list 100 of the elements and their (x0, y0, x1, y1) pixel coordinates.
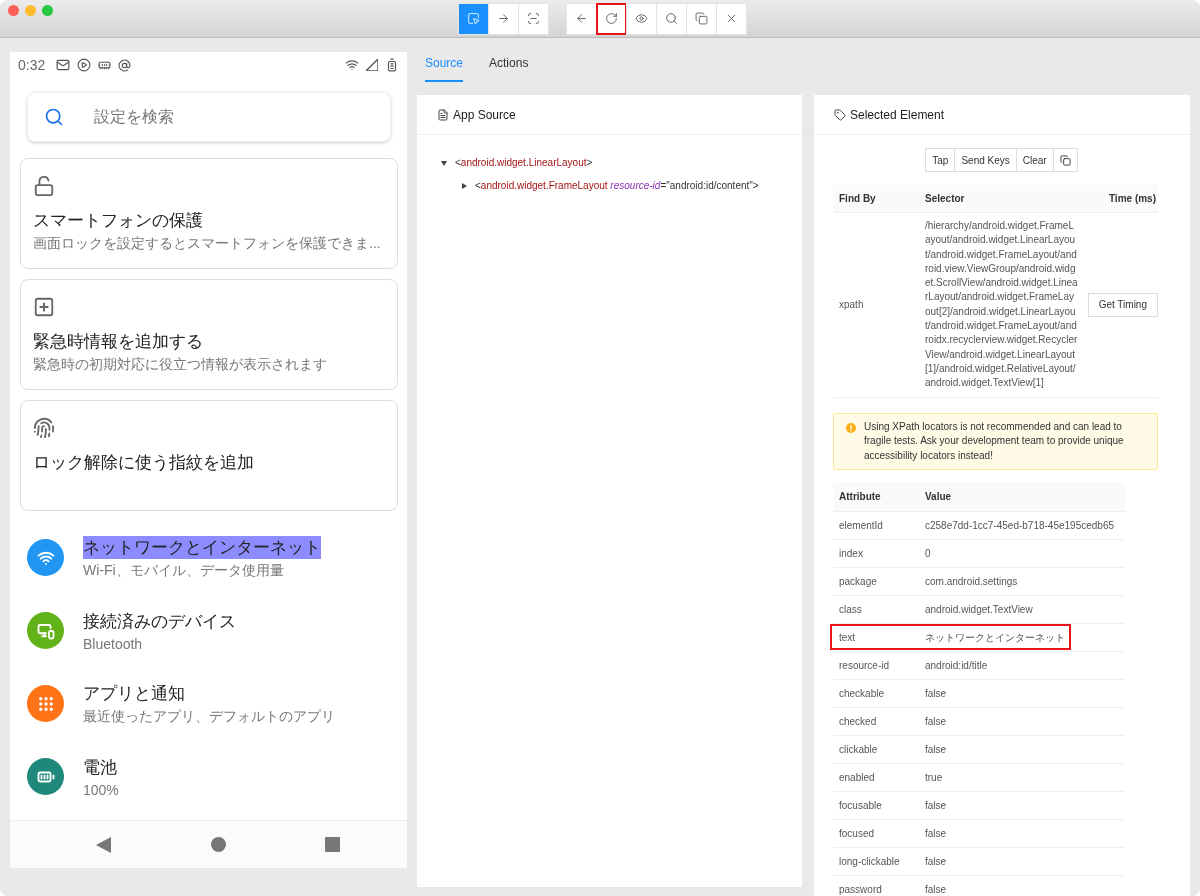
open-lock-icon (33, 175, 55, 197)
maximize-window-button[interactable] (42, 5, 53, 16)
attribute-value: false (919, 847, 1125, 876)
caret-icon[interactable] (461, 182, 467, 189)
setting-title[interactable]: アプリと通知 (83, 681, 185, 705)
column-header: Selector (919, 185, 1079, 213)
column-header: Value (919, 482, 1125, 512)
action-button[interactable]: Send Keys (954, 148, 1017, 172)
attribute-value: 0 (919, 539, 1125, 568)
attribute-value: true (919, 763, 1125, 792)
attribute-name: text (833, 623, 919, 652)
search-field[interactable]: 設定を検索 (27, 92, 391, 142)
attribute-value: android:id/title (919, 651, 1125, 680)
copy-icon (1059, 154, 1071, 166)
caret-icon[interactable] (441, 159, 447, 166)
suggestion-card[interactable]: ロック解除に使う指紋を追加 (20, 400, 398, 511)
warning-text: Using XPath locators is not recommended and can lead to fragile tests. Ask your development team to provide unique accessibility locators instead! (864, 419, 1125, 463)
suggestion-card[interactable]: 緊急時情報を追加する 緊急時の初期対応に役立つ情報が表示されます (20, 279, 398, 390)
tab[interactable]: Actions (489, 52, 529, 82)
attribute-value: false (919, 791, 1125, 820)
selector-cell: /hierarchy/android.widget.FrameLayout/android.widget.LinearLayout/android.widget.FrameLayout/android.view.ViewGroup/android.widget.ScrollView/android.widget.LinearLayout/android.widget.FrameLayout[2]/android.widget.LinearLayout/android.widget.FrameLayout/androidx.recyclerview.widget.RecyclerView/android.widget.LinearLayout[1]/android.widget.RelativeLayout/android.widget.TextView[1] (919, 213, 1079, 398)
tag-icon (834, 108, 846, 121)
attribute-name: clickable (833, 735, 919, 764)
grid-dots-icon[interactable] (27, 685, 64, 722)
attribute-name: package (833, 567, 919, 596)
attribute-name: checkable (833, 679, 919, 708)
card-title: スマートフォンの保護 (33, 210, 204, 232)
refresh-icon (605, 12, 618, 25)
close-window-button[interactable] (8, 5, 19, 16)
search-placeholder: 設定を検索 (94, 106, 174, 127)
search-icon (665, 12, 678, 25)
attribute-value: false (919, 679, 1125, 708)
arrow-right-icon (497, 12, 510, 25)
attribute-name: focusable (833, 791, 919, 820)
file-icon (437, 108, 449, 121)
copy-button[interactable] (1052, 148, 1078, 172)
fingerprint-icon (33, 417, 55, 439)
attribute-value: false (919, 875, 1125, 896)
wifi-icon[interactable] (27, 539, 64, 576)
card-subtitle: 画面ロックを設定するとスマートフォンを保護できま... (33, 235, 382, 253)
attribute-name: resource-id (833, 651, 919, 680)
attribute-value: android.widget.TextView (919, 595, 1125, 624)
attribute-name: checked (833, 707, 919, 736)
play-icon (77, 58, 92, 72)
attribute-name: password (833, 875, 919, 896)
minimize-window-button[interactable] (25, 5, 36, 16)
card-title: 緊急時情報を追加する (33, 331, 204, 353)
setting-subtitle: Bluetooth (83, 635, 144, 652)
attribute-name: elementId (833, 511, 919, 540)
suggestion-card[interactable]: スマートフォンの保護 画面ロックを設定するとスマートフォンを保護できま... (20, 158, 398, 269)
status-time: 0:32 (18, 57, 46, 73)
action-button[interactable]: Clear (1015, 148, 1054, 172)
setting-subtitle: 最近使ったアプリ、デフォルトのアプリ (83, 707, 335, 726)
column-header: Find By (833, 185, 919, 213)
table-cell: xpath (833, 213, 919, 398)
at-sign-icon (118, 58, 132, 72)
card-title: ロック解除に使う指紋を追加 (33, 452, 255, 474)
column-header: Time (ms) (1079, 185, 1158, 213)
attribute-name: enabled (833, 763, 919, 792)
wifi-icon (345, 58, 359, 72)
attribute-value: ネットワークとインターネット (919, 623, 1125, 652)
signal-icon (366, 59, 378, 71)
get-timing-button[interactable]: Get Timing (1087, 292, 1158, 317)
battery-icon (385, 58, 399, 72)
toolbar-button[interactable] (596, 2, 627, 35)
devices-icon[interactable] (27, 612, 64, 649)
eye-icon (635, 12, 648, 25)
home-icon[interactable] (211, 837, 226, 852)
tree-node[interactable]: <android.widget.FrameLayout resource-id="android:id/content"> (475, 180, 759, 191)
battery-icon[interactable] (27, 758, 64, 795)
column-header: Attribute (833, 482, 919, 512)
action-button[interactable]: Tap (925, 148, 956, 172)
attribute-name: index (833, 539, 919, 568)
attribute-value: false (919, 707, 1125, 736)
mail-icon (56, 58, 71, 72)
scan-icon (527, 12, 540, 25)
warning-icon (846, 422, 856, 433)
setting-subtitle: 100% (83, 781, 119, 798)
panel-title: App Source (453, 107, 516, 122)
panel-title: Selected Element (850, 107, 945, 122)
card-subtitle: 緊急時の初期対応に役立つ情報が表示されます (33, 356, 328, 374)
back-icon[interactable] (96, 836, 111, 853)
search-icon (44, 107, 64, 127)
copy-icon (695, 12, 708, 25)
attribute-value: false (919, 819, 1125, 848)
tree-node[interactable]: <android.widget.LinearLayout> (455, 157, 593, 168)
select-icon (467, 12, 480, 25)
back-arrow-icon (575, 12, 588, 25)
attribute-name: focused (833, 819, 919, 848)
attribute-value: c258e7dd-1cc7-45ed-b718-45e195cedb65 (919, 511, 1125, 540)
setting-title[interactable]: ネットワークとインターネット (83, 535, 321, 559)
attribute-value: false (919, 735, 1125, 764)
attribute-name: class (833, 595, 919, 624)
setting-title[interactable]: 接続済みのデバイス (83, 609, 236, 633)
setting-title[interactable]: 電池 (83, 755, 117, 779)
setting-subtitle: Wi-Fi、モバイル、データ使用量 (83, 561, 285, 580)
plus-square-icon (33, 296, 55, 318)
attribute-value: com.android.settings (919, 567, 1125, 596)
close-icon (725, 12, 738, 25)
attribute-name: long-clickable (833, 847, 919, 876)
